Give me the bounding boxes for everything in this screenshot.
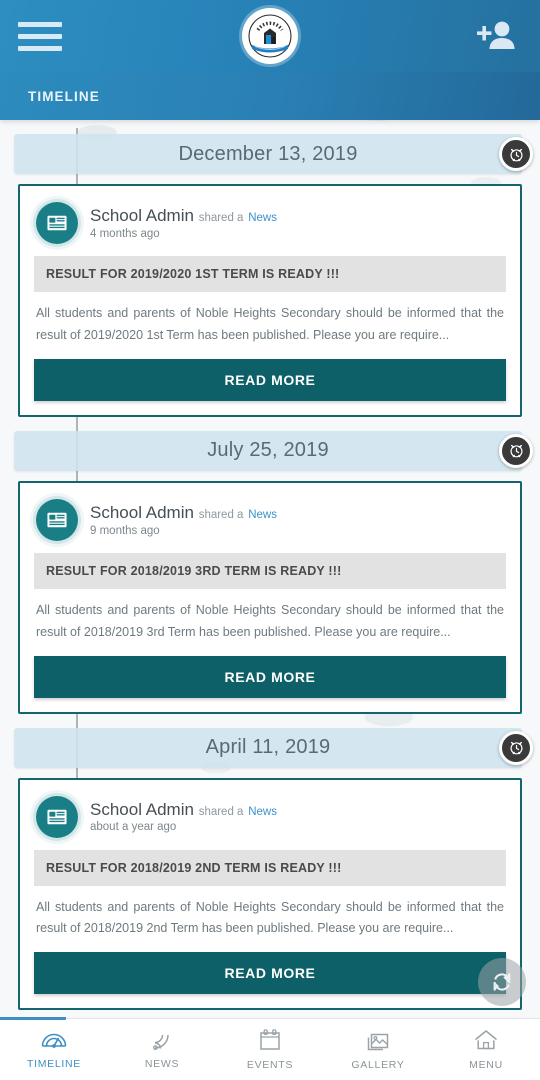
post-card[interactable]: School Admin shared a News 4 months ago … [18, 184, 522, 417]
post-title: RESULT FOR 2019/2020 1ST TERM IS READY !… [34, 256, 506, 292]
timeline-group: July 25, 2019 School Admin shared a News… [0, 430, 540, 714]
hamburger-menu-icon[interactable] [18, 19, 62, 53]
post-timestamp: 4 months ago [90, 227, 160, 240]
post-meta: School Admin shared a News 9 months ago [90, 503, 277, 537]
post-timestamp: 9 months ago [90, 524, 160, 537]
post-excerpt: All students and parents of Noble Height… [36, 602, 504, 639]
section-header: TIMELINE [0, 72, 540, 120]
date-banner: July 25, 2019 [14, 430, 533, 471]
alarm-clock-glyph [509, 741, 523, 755]
hamburger-bar [18, 45, 62, 51]
read-more-button[interactable]: READ MORE [34, 952, 506, 995]
news-icon [36, 202, 78, 244]
alarm-clock-icon[interactable] [499, 137, 533, 171]
timeline-group: April 11, 2019 School Admin shared a New… [0, 727, 540, 1011]
school-crest-logo-icon [245, 11, 295, 61]
alarm-clock-icon[interactable] [499, 730, 533, 765]
shared-text: shared a [198, 508, 244, 521]
calendar-icon [260, 1029, 280, 1050]
post-meta: School Admin shared a News about a year … [90, 800, 277, 834]
person-add-icon[interactable] [474, 16, 518, 56]
nav-item-news[interactable]: NEWS [108, 1019, 216, 1080]
date-label: April 11, 2019 [205, 736, 331, 758]
top-app-bar [0, 0, 540, 72]
shared-text: shared a [198, 212, 244, 225]
post-author: School Admin [90, 799, 194, 819]
post-header: School Admin shared a News 9 months ago [34, 495, 506, 547]
newspaper-glyph [47, 809, 67, 824]
date-label: December 13, 2019 [178, 142, 358, 165]
school-crest-logo[interactable] [242, 8, 298, 64]
section-title: TIMELINE [28, 88, 100, 104]
hamburger-bar [18, 21, 62, 27]
newspaper-glyph [47, 512, 67, 528]
post-meta: School Admin shared a News 4 months ago [90, 206, 277, 240]
nav-item-timeline[interactable]: TIMELINE [0, 1019, 108, 1080]
post-byline: School Admin shared a News [90, 206, 277, 226]
rss-feed-icon [152, 1034, 169, 1050]
post-title: RESULT FOR 2018/2019 2ND TERM IS READY !… [34, 849, 506, 886]
post-header: School Admin shared a News 4 months ago [34, 198, 506, 250]
post-author: School Admin [90, 502, 194, 522]
nav-label-gallery: GALLERY [351, 1059, 405, 1071]
newspaper-glyph [47, 215, 67, 231]
post-excerpt: All students and parents of Noble Height… [36, 899, 504, 936]
photo-stack-icon [367, 1033, 389, 1051]
alarm-clock-icon[interactable] [499, 433, 533, 468]
post-card[interactable]: School Admin shared a News 9 months ago … [18, 480, 522, 714]
app-screen: TIMELINE December 13, 2019 School Admin … [0, 0, 540, 1080]
refresh-button[interactable] [478, 958, 526, 1006]
post-excerpt: All students and parents of Noble Height… [36, 306, 504, 342]
post-type-link[interactable]: News [248, 509, 277, 521]
read-more-button[interactable]: READ MORE [34, 655, 506, 698]
date-label: July 25, 2019 [207, 439, 329, 462]
alarm-clock-glyph [509, 445, 523, 458]
post-byline: School Admin shared a News [90, 503, 277, 523]
nav-item-menu[interactable]: MENU [432, 1019, 540, 1080]
nav-label-news: NEWS [144, 1058, 180, 1070]
timeline-group: December 13, 2019 School Admin shared a … [0, 134, 540, 417]
post-card[interactable]: School Admin shared a News about a year … [18, 777, 522, 1011]
post-type-link[interactable]: News [248, 212, 277, 224]
nav-label-menu: MENU [469, 1059, 503, 1071]
active-tab-indicator [0, 1017, 66, 1020]
post-header: School Admin shared a News about a year … [34, 792, 506, 844]
nav-item-events[interactable]: EVENTS [216, 1019, 324, 1080]
hamburger-bar [18, 33, 62, 39]
home-icon [475, 1030, 497, 1050]
timeline-feed[interactable]: December 13, 2019 School Admin shared a … [0, 120, 540, 1018]
date-banner: April 11, 2019 [14, 727, 533, 768]
news-icon [36, 498, 78, 541]
refresh-icon [493, 973, 511, 991]
nav-label-timeline: TIMELINE [26, 1058, 82, 1070]
speedometer-icon [41, 1033, 67, 1048]
shared-text: shared a [198, 805, 244, 818]
post-byline: School Admin shared a News [90, 800, 277, 820]
news-icon [36, 795, 78, 838]
alarm-clock-glyph [509, 148, 523, 161]
post-title: RESULT FOR 2018/2019 3RD TERM IS READY !… [34, 552, 506, 589]
post-author: School Admin [90, 206, 194, 226]
nav-item-gallery[interactable]: GALLERY [324, 1019, 432, 1080]
read-more-button[interactable]: READ MORE [34, 358, 506, 401]
nav-label-events: EVENTS [246, 1059, 294, 1071]
date-banner: December 13, 2019 [14, 134, 533, 174]
person-add-glyph [477, 21, 515, 49]
post-type-link[interactable]: News [248, 806, 277, 818]
post-timestamp: about a year ago [90, 821, 177, 834]
bottom-navigation: TIMELINE NEWS EVENTS GALLERY MENU [0, 1017, 540, 1080]
